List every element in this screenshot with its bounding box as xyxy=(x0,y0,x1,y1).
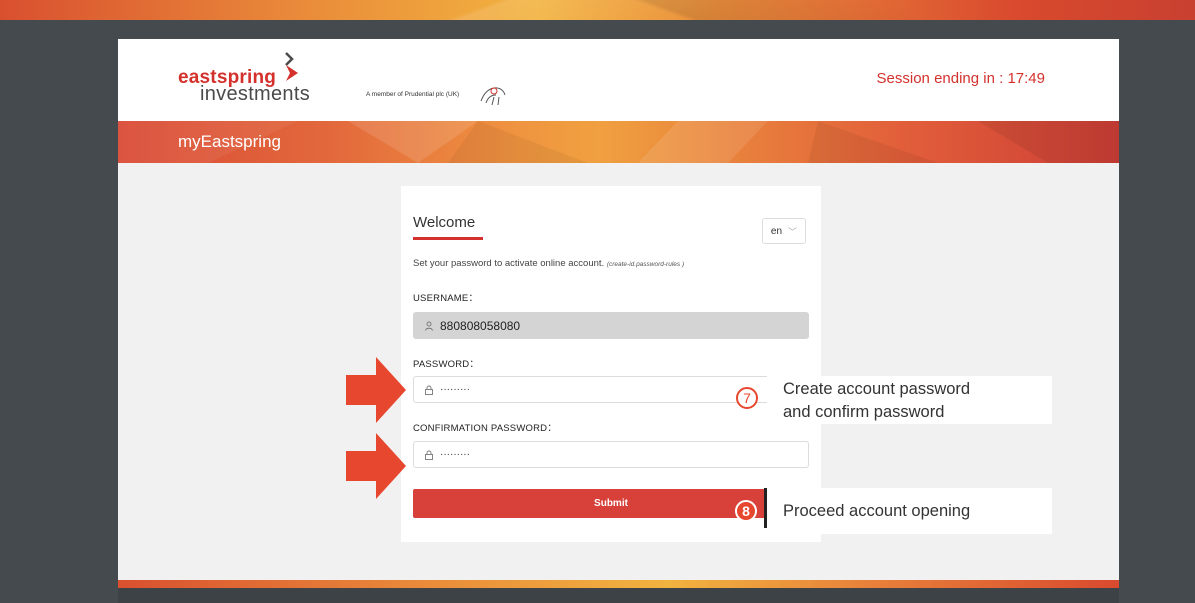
lock-icon xyxy=(424,450,434,460)
session-timer: Session ending in : 17:49 xyxy=(876,70,1045,87)
chevron-down-icon: ﹀ xyxy=(788,226,798,237)
arrow-right-icon xyxy=(346,433,406,499)
password-rules-hint: (create-id.password-rules ) xyxy=(606,261,685,268)
username-value: 880808058080 xyxy=(440,318,521,333)
language-select[interactable]: en ﹀ xyxy=(762,218,806,244)
intro-main: Set your password to activate online acc… xyxy=(413,258,605,269)
header: eastspring investments A member of Prude… xyxy=(118,39,1119,121)
form-title: Welcome xyxy=(413,214,476,231)
confirm-password-label: CONFIRMATION PASSWORD： xyxy=(413,423,557,434)
brand-banner: myEastspring xyxy=(118,121,1119,163)
username-field: 880808058080 xyxy=(413,312,809,339)
username-label: USERNAME： xyxy=(413,293,479,304)
title-underline xyxy=(413,237,483,240)
activation-form-card: Welcome en ﹀ Set your password to activa… xyxy=(401,186,821,542)
bottom-bar xyxy=(118,588,1119,603)
brand-name: myEastspring xyxy=(178,132,281,151)
user-icon xyxy=(424,321,434,331)
step7-number: 7 xyxy=(743,390,751,406)
step8-number: 8 xyxy=(742,503,750,519)
bottom-decorative-stripe xyxy=(118,580,1119,588)
step7-line1: Create account password xyxy=(783,380,971,398)
lock-icon xyxy=(424,385,434,395)
password-value: ········· xyxy=(440,384,470,395)
step7-line2: and confirm password xyxy=(783,403,945,421)
step7-callout: Create account password and confirm pass… xyxy=(767,376,1052,424)
arrow-right-icon xyxy=(346,357,406,423)
chevron-right-icon xyxy=(285,52,298,81)
language-value: en xyxy=(770,225,783,237)
logo-line2: investments xyxy=(200,83,311,105)
confirm-password-input[interactable]: ········· xyxy=(413,441,809,468)
prudential-lion-icon xyxy=(480,87,506,106)
step8-callout: Proceed account opening xyxy=(767,488,1052,534)
confirm-password-value: ········· xyxy=(440,449,470,460)
member-text: A member of Prudential plc (UK) xyxy=(366,91,460,98)
step8-text: Proceed account opening xyxy=(783,502,971,520)
step8-badge: 8 xyxy=(735,500,757,522)
step7-badge: 7 xyxy=(736,387,758,409)
password-label: PASSWORD： xyxy=(413,359,480,370)
intro-text: Set your password to activate online acc… xyxy=(413,258,684,269)
top-stripe-pattern xyxy=(0,0,1195,20)
eastspring-logo[interactable]: eastspring investments xyxy=(178,52,368,107)
